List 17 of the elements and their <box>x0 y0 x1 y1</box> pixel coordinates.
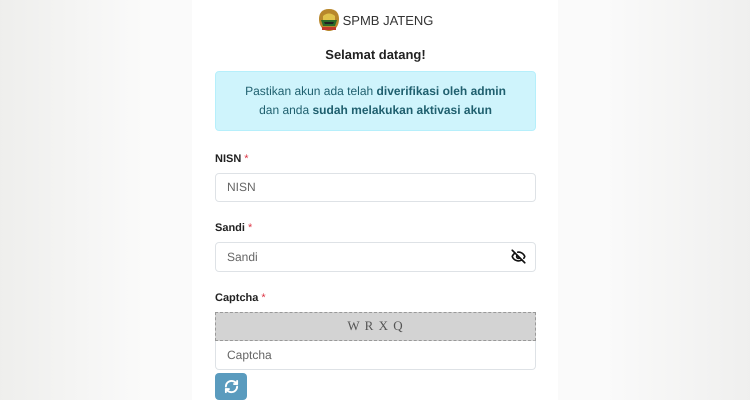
eye-off-icon[interactable] <box>511 248 526 264</box>
required-mark: * <box>261 292 266 304</box>
field-label: Sandi <box>215 222 245 234</box>
captcha-image: W R X Q <box>215 312 536 341</box>
captcha-field[interactable]: Captcha <box>215 340 536 370</box>
emblem-icon <box>318 8 340 32</box>
alert-text: Pastikan akun ada telah diverifikasi oleh admin dan anda sudah melakukan aktivasi akun <box>244 82 507 119</box>
welcome-title: Selamat datang! <box>324 46 427 62</box>
refresh-icon <box>224 378 238 394</box>
refresh-button[interactable] <box>215 372 247 400</box>
password-field[interactable]: Sandi <box>215 242 536 272</box>
brand-name: SPMB JATENG <box>342 12 434 28</box>
required-mark: * <box>248 222 252 234</box>
input-field[interactable]: NISN <box>215 172 536 202</box>
field-label: NISN <box>215 152 242 165</box>
required-mark: * <box>244 152 249 165</box>
field-label: Captcha <box>215 292 258 304</box>
